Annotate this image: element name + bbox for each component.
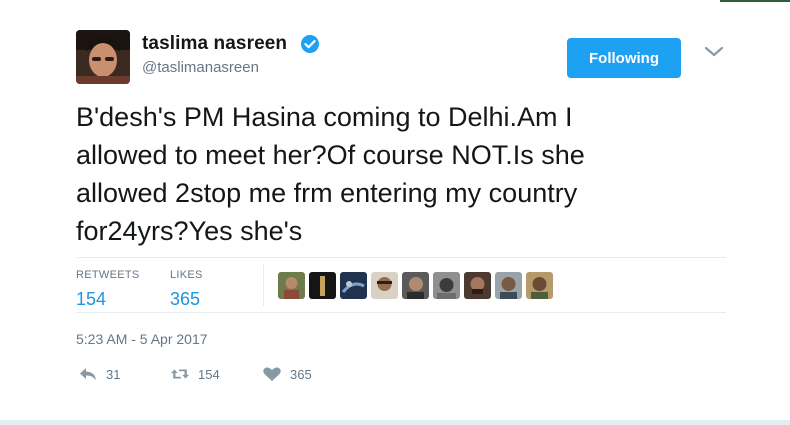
liker-avatar[interactable] xyxy=(278,272,305,299)
liker-avatar[interactable] xyxy=(526,272,553,299)
divider xyxy=(263,264,264,306)
retweet-count: 154 xyxy=(198,366,220,382)
reply-icon xyxy=(80,368,96,380)
tweet-card: taslima nasreen @taslimanasreen Followin… xyxy=(0,0,790,425)
tweet-timestamp[interactable]: 5:23 AM - 5 Apr 2017 xyxy=(76,331,208,347)
retweet-icon xyxy=(170,369,190,379)
reply-button[interactable]: 31 xyxy=(78,366,120,382)
user-handle[interactable]: @taslimanasreen xyxy=(142,59,259,76)
like-count: 365 xyxy=(290,366,312,382)
liker-avatar[interactable] xyxy=(433,272,460,299)
heart-icon xyxy=(263,367,281,381)
liker-avatar[interactable] xyxy=(402,272,429,299)
divider xyxy=(76,312,726,313)
retweets-label: RETWEETS xyxy=(76,269,140,281)
reply-count: 31 xyxy=(106,366,121,382)
retweet-button[interactable]: 154 xyxy=(170,366,220,382)
avatar[interactable] xyxy=(76,30,130,84)
liker-avatar[interactable] xyxy=(340,272,367,299)
likes-label: LIKES xyxy=(170,269,203,281)
bottom-border xyxy=(0,420,790,425)
liker-avatar[interactable] xyxy=(371,272,398,299)
liker-avatar[interactable] xyxy=(309,272,336,299)
liker-avatar[interactable] xyxy=(464,272,491,299)
tweet-text: B'desh's PM Hasina coming to Delhi.Am I … xyxy=(76,102,585,246)
retweets-value: 154 xyxy=(76,289,107,309)
liker-avatars xyxy=(278,272,553,299)
likes-stat[interactable]: LIKES 365 xyxy=(170,265,203,310)
display-name[interactable]: taslima nasreen xyxy=(142,33,287,55)
top-accent-strip xyxy=(720,0,790,2)
like-button[interactable]: 365 xyxy=(262,366,312,382)
retweets-stat[interactable]: RETWEETS 154 xyxy=(76,265,140,310)
likes-value: 365 xyxy=(170,289,201,309)
chevron-down-icon[interactable] xyxy=(703,45,725,59)
verified-badge-icon xyxy=(301,35,319,53)
liker-avatar[interactable] xyxy=(495,272,522,299)
following-button[interactable]: Following xyxy=(567,38,681,78)
divider xyxy=(76,257,726,258)
